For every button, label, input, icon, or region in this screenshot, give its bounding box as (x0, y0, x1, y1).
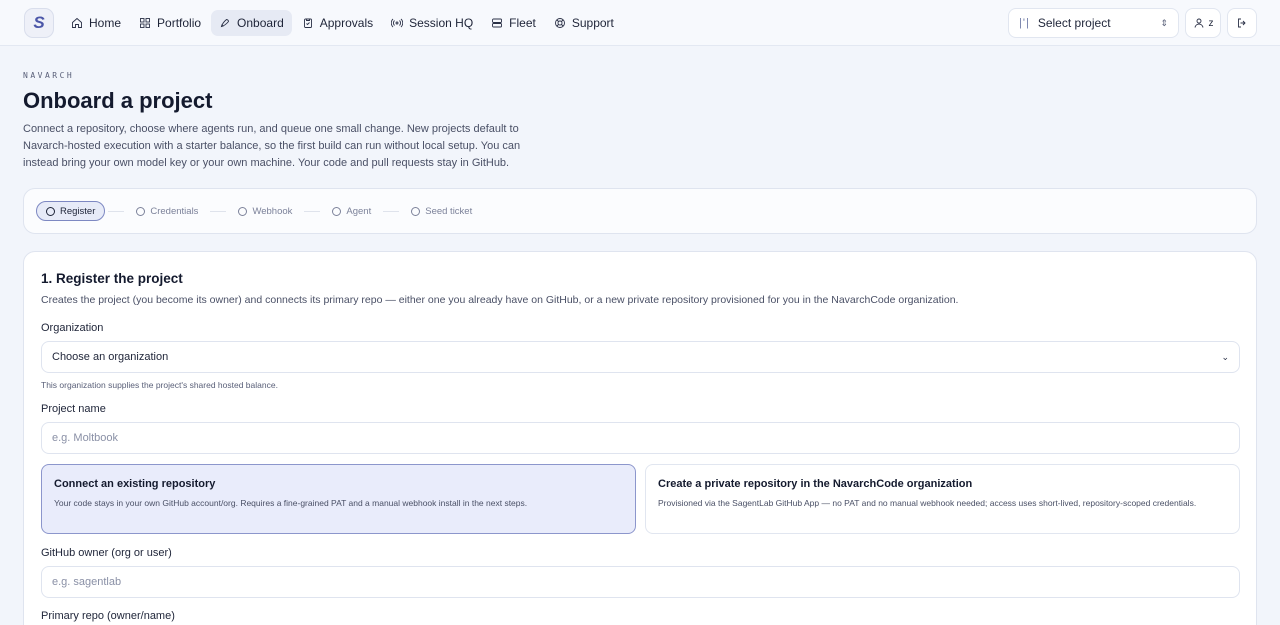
step-circle-icon (136, 206, 146, 216)
server-icon (492, 18, 503, 28)
step-register[interactable]: Register (36, 201, 106, 221)
organization-select-value: Choose an organization (52, 351, 169, 363)
updown-chevron-icon: ⇕ (1160, 17, 1168, 28)
option-existing-repo[interactable]: Connect an existing repository Your code… (41, 464, 636, 534)
primary-repo-label: Primary repo (owner/name) (41, 610, 175, 622)
step-circle-icon (332, 206, 342, 216)
page-intro: Connect a repository, choose where agent… (23, 123, 521, 169)
lifebuoy-icon (554, 18, 565, 28)
nav-support-label: Support (571, 16, 614, 30)
page-title: Onboard a project (23, 88, 213, 113)
grid-icon (140, 18, 150, 28)
option-new-repo[interactable]: Create a private repository in the Navar… (645, 464, 1240, 534)
nav-fleet[interactable]: Fleet (483, 10, 544, 36)
option-new-desc: Provisioned via the SagentLab GitHub App… (658, 498, 1197, 508)
step-credentials[interactable]: Credentials (127, 201, 207, 221)
nav-onboard[interactable]: Onboard (211, 10, 292, 36)
github-owner-placeholder: e.g. sagentlab (52, 576, 122, 588)
step-label: Webhook (252, 205, 293, 217)
clipboard-icon (303, 18, 312, 28)
register-description: Creates the project (you become its owne… (41, 294, 959, 306)
chevron-down-icon: ⌄ (1221, 351, 1229, 362)
logout-button[interactable] (1227, 8, 1257, 38)
project-name-label: Project name (41, 403, 106, 415)
nav-home[interactable]: Home (63, 10, 129, 36)
organization-label: Organization (41, 322, 104, 334)
project-select[interactable]: |'| Select project ⇕ (1008, 8, 1179, 38)
home-icon (72, 17, 82, 28)
top-navbar: S Home Portfolio Onboard Approvals Sessi… (0, 0, 1280, 46)
github-owner-input[interactable]: e.g. sagentlab (41, 566, 1240, 598)
register-heading: 1. Register the project (41, 271, 183, 286)
step-divider (108, 210, 125, 212)
step-divider (210, 210, 227, 212)
logout-icon (1238, 18, 1246, 28)
step-label: Register (60, 205, 96, 217)
nav-portfolio-label: Portfolio (157, 16, 202, 30)
option-existing-title: Connect an existing repository (54, 478, 216, 490)
organization-select[interactable]: Choose an organization ⌄ (41, 341, 1240, 373)
step-label: Credentials (150, 205, 199, 217)
nav-approvals-label: Approvals (319, 16, 374, 30)
main-nav: Home Portfolio Onboard Approvals Session… (63, 10, 622, 36)
step-circle-icon (411, 206, 421, 216)
nav-session-hq-label: Session HQ (409, 16, 474, 30)
project-name-placeholder: e.g. Moltbook (52, 432, 119, 444)
organization-hint: This organization supplies the project's… (41, 380, 278, 390)
page-eyebrow: NAVARCH (23, 71, 75, 80)
user-menu-button[interactable]: z (1185, 8, 1221, 38)
nav-home-label: Home (89, 16, 122, 30)
project-select-label: Select project (1037, 16, 1111, 30)
project-icon: |'| (1019, 17, 1030, 29)
nav-support[interactable]: Support (546, 10, 622, 36)
step-label: Seed ticket (425, 205, 473, 217)
github-owner-label: GitHub owner (org or user) (41, 547, 172, 559)
nav-onboard-label: Onboard (237, 16, 284, 30)
step-webhook[interactable]: Webhook (229, 201, 301, 221)
user-initial: z (1208, 17, 1214, 29)
app-logo[interactable]: S (24, 8, 54, 38)
register-card: 1. Register the project Creates the proj… (23, 251, 1257, 625)
step-seed-ticket[interactable]: Seed ticket (402, 201, 481, 221)
broadcast-icon (391, 18, 404, 28)
option-existing-desc: Your code stays in your own GitHub accou… (54, 498, 528, 508)
nav-fleet-label: Fleet (509, 16, 536, 30)
step-divider (304, 210, 321, 212)
rocket-icon (220, 19, 229, 28)
user-icon (1194, 18, 1203, 28)
nav-approvals[interactable]: Approvals (294, 10, 381, 36)
nav-session-hq[interactable]: Session HQ (383, 10, 481, 36)
project-name-input[interactable]: e.g. Moltbook (41, 422, 1240, 454)
step-label: Agent (346, 205, 372, 217)
nav-portfolio[interactable]: Portfolio (131, 10, 209, 36)
onboarding-stepper: Register Credentials Webhook Agent Seed … (23, 188, 1257, 234)
step-circle-icon (46, 206, 55, 216)
step-divider (383, 210, 400, 212)
step-circle-icon (238, 206, 248, 216)
step-agent[interactable]: Agent (323, 201, 380, 221)
option-new-title: Create a private repository in the Navar… (658, 478, 973, 490)
